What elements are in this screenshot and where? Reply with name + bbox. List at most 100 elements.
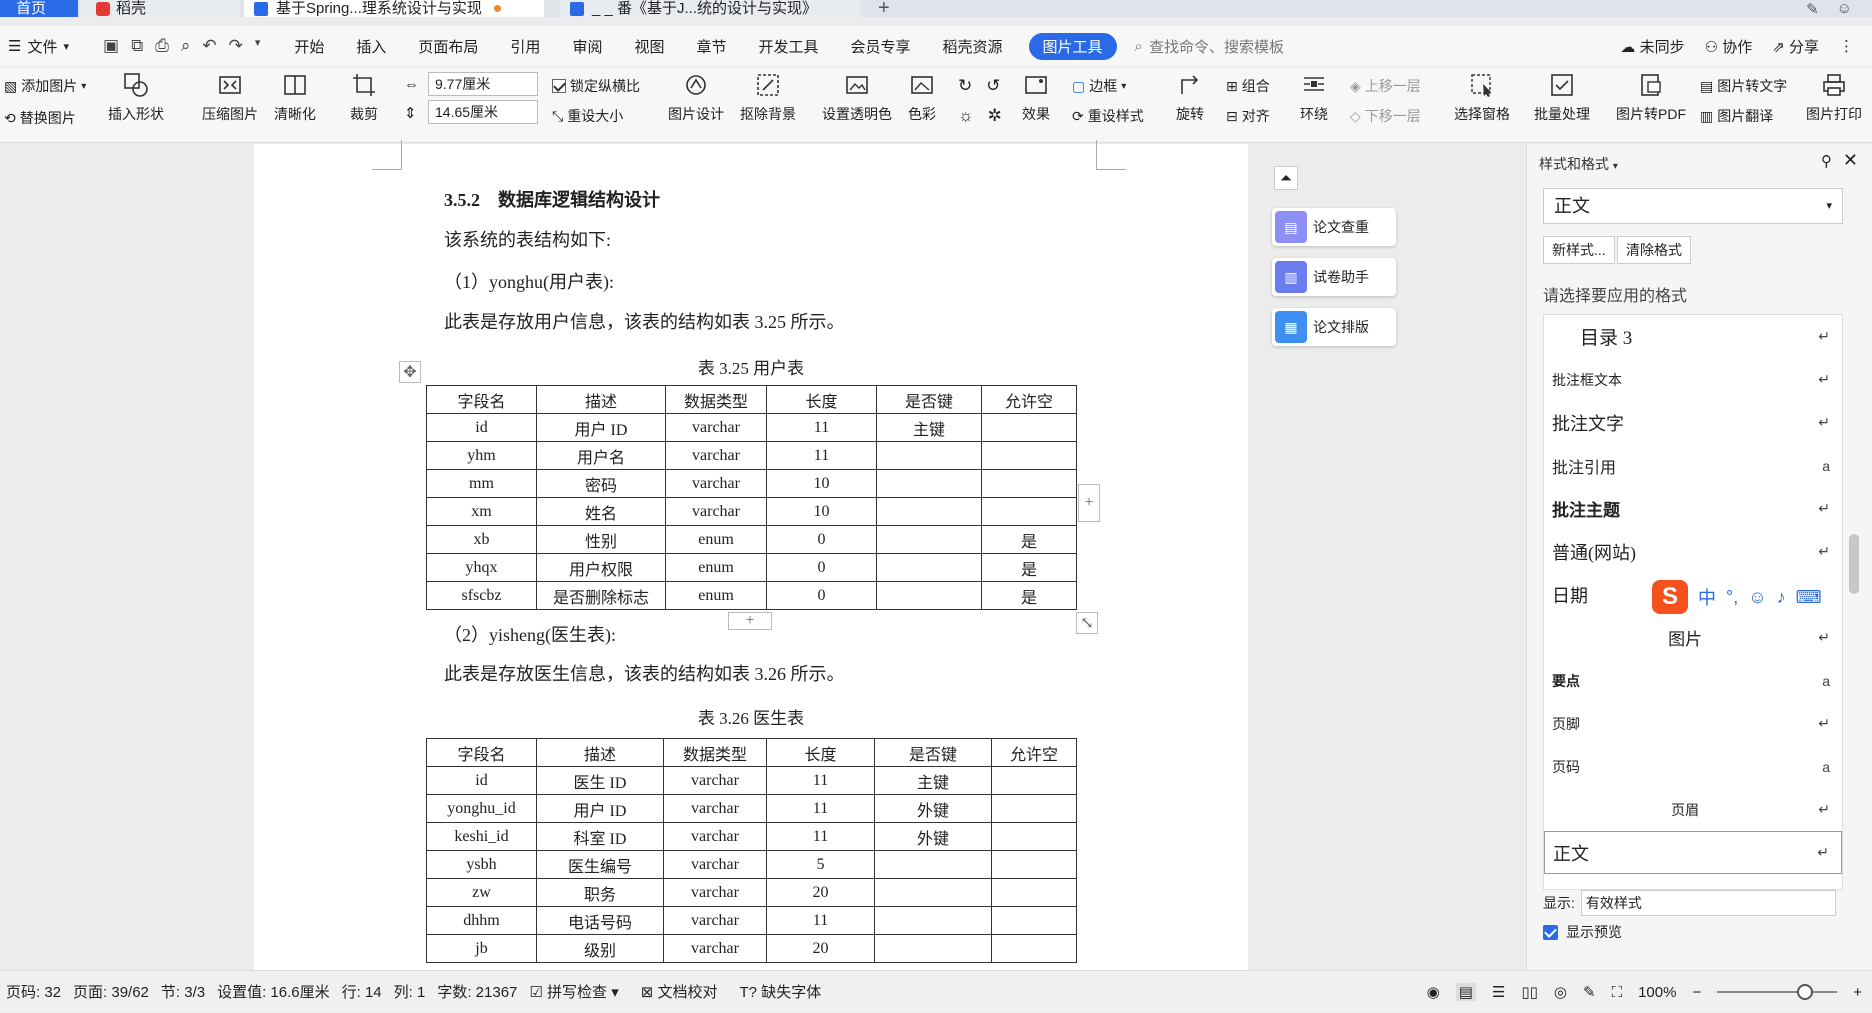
table-cell[interactable]: varchar <box>663 906 767 935</box>
table-cell[interactable]: enum <box>665 553 767 582</box>
style-item[interactable]: 批注引用 a <box>1544 444 1842 487</box>
panel-title[interactable]: 样式和格式 ▾ <box>1539 154 1618 174</box>
header-cell[interactable]: 描述 <box>536 385 666 414</box>
header-cell[interactable]: 数据类型 <box>665 385 767 414</box>
web-view-icon[interactable]: ◎ <box>1554 983 1567 1001</box>
picture-to-pdf-button[interactable]: 图片转PDF <box>1616 68 1686 124</box>
table-cell[interactable] <box>876 553 982 582</box>
table-cell[interactable]: xm <box>426 497 537 526</box>
insert-shape-button[interactable]: 插入形状 <box>108 68 164 124</box>
table-cell[interactable]: 11 <box>766 906 875 935</box>
new-style-button[interactable]: 新样式... <box>1543 236 1615 264</box>
table-cell[interactable] <box>991 794 1077 823</box>
header-cell[interactable]: 允许空 <box>981 385 1077 414</box>
table-cell[interactable] <box>981 469 1077 498</box>
table-cell[interactable]: 5 <box>766 850 875 879</box>
table-cell[interactable] <box>991 766 1077 795</box>
picture-print-button[interactable]: 图片打印 <box>1806 68 1862 124</box>
replace-picture-button[interactable]: ⟲ 替换图片 <box>4 108 76 128</box>
height-input[interactable]: 14.65厘米 <box>428 100 538 124</box>
style-item[interactable]: 页眉 ↵ <box>1544 788 1842 831</box>
batch-process-button[interactable]: 批量处理 <box>1534 68 1590 124</box>
table-cell[interactable]: yonghu_id <box>426 794 537 823</box>
command-search[interactable]: ⌕ 查找命令、搜索模板 <box>1135 36 1535 57</box>
table-cell[interactable] <box>874 850 992 879</box>
table-cell[interactable] <box>991 878 1077 907</box>
menu-developer[interactable]: 开发工具 <box>742 36 834 57</box>
table-cell[interactable]: 主键 <box>874 766 992 795</box>
menu-picture-tool[interactable]: 图片工具 <box>1028 32 1117 60</box>
menu-section[interactable]: 章节 <box>680 36 742 57</box>
menu-review[interactable]: 审阅 <box>556 36 618 57</box>
table-cell[interactable] <box>876 441 982 470</box>
style-item[interactable]: 正文 ↵ <box>1544 831 1842 874</box>
effects-button[interactable]: 效果 <box>1022 68 1050 124</box>
selection-pane-button[interactable]: 选择窗格 <box>1454 68 1510 124</box>
ime-toolbar[interactable]: S 中 °, ☺ ♪ ⌨ <box>1652 580 1872 614</box>
tab-daoke[interactable]: 稻壳 <box>80 0 240 17</box>
menu-view[interactable]: 视图 <box>618 36 680 57</box>
style-item[interactable]: 目录 3 ↵ <box>1544 315 1842 358</box>
spell-check-button[interactable]: ☑ 拼写检查 ▾ <box>523 981 624 1002</box>
collapse-sidetools-button[interactable]: ⏶ <box>1274 166 1298 190</box>
table-cell[interactable]: varchar <box>663 822 767 851</box>
outline-view-icon[interactable]: ☰ <box>1492 983 1505 1001</box>
tab-document-2[interactable]: _ _ 番《基于J...统的设计与实现》 <box>560 0 860 17</box>
clear-format-button[interactable]: 清除格式 <box>1617 236 1691 264</box>
table-cell[interactable]: ysbh <box>426 850 537 879</box>
table-cell[interactable]: yhqx <box>426 553 537 582</box>
table-cell[interactable] <box>991 850 1077 879</box>
menu-file[interactable]: ☰ 文件 ▾ <box>0 36 85 57</box>
table-cell[interactable]: sfscbz <box>426 581 537 610</box>
table-cell[interactable]: jb <box>426 934 537 963</box>
table-cell[interactable]: 10 <box>766 469 877 498</box>
share-button[interactable]: ⇗ 分享 <box>1772 36 1819 57</box>
table-cell[interactable]: 密码 <box>536 469 666 498</box>
emoji-icon[interactable]: ☺ <box>1748 587 1766 608</box>
table-cell[interactable]: 用户权限 <box>536 553 666 582</box>
redo-icon[interactable]: ↷ <box>229 36 243 56</box>
picture-translate-button[interactable]: ▥ 图片翻译 <box>1700 106 1773 126</box>
table-cell[interactable] <box>991 822 1077 851</box>
status-page[interactable]: 页面: 39/62 <box>67 981 155 1002</box>
table-cell[interactable]: 0 <box>766 581 877 610</box>
table-cell[interactable]: 0 <box>766 525 877 554</box>
table-cell[interactable]: 用户 ID <box>536 413 666 442</box>
header-cell[interactable]: 长度 <box>766 385 877 414</box>
export-icon[interactable]: ⧉ <box>131 36 143 56</box>
table-cell[interactable]: 医生 ID <box>536 766 664 795</box>
group-button[interactable]: ⊞ 组合 <box>1226 76 1270 96</box>
rotate-left-icon[interactable]: ↻ <box>958 76 972 96</box>
print-preview-icon[interactable]: ⌕ <box>181 36 191 56</box>
keyboard-icon[interactable]: ⌨ <box>1796 587 1822 608</box>
missing-font-button[interactable]: T? 缺失字体 <box>734 981 828 1002</box>
table-resize-handle[interactable]: ⤡ <box>1076 612 1098 634</box>
table-cell[interactable]: xb <box>426 525 537 554</box>
chevron-down-icon[interactable]: ▾ <box>255 36 261 56</box>
table-cell[interactable] <box>876 525 982 554</box>
header-cell[interactable]: 是否键 <box>876 385 982 414</box>
set-transparent-button[interactable]: 设置透明色 <box>822 68 892 124</box>
status-word-count[interactable]: 字数: 21367 <box>431 981 523 1002</box>
edit-icon[interactable]: ✎ <box>1806 0 1819 18</box>
menu-home[interactable]: 开始 <box>278 36 340 57</box>
style-item[interactable]: 图片 ↵ <box>1544 616 1842 659</box>
style-item[interactable]: 批注框文本 ↵ <box>1544 358 1842 401</box>
table-cell[interactable]: 外键 <box>874 794 992 823</box>
table-cell[interactable]: mm <box>426 469 537 498</box>
menu-member[interactable]: 会员专享 <box>835 36 927 57</box>
table-move-handle[interactable]: ✥ <box>399 361 421 383</box>
zoom-in-icon[interactable]: + <box>1853 984 1862 1001</box>
table-cell[interactable]: 是 <box>981 525 1077 554</box>
zoom-level[interactable]: 100% <box>1638 984 1676 1001</box>
header-cell[interactable]: 字段名 <box>426 738 537 767</box>
punctuation-icon[interactable]: °, <box>1726 587 1738 608</box>
table-cell[interactable]: varchar <box>663 766 767 795</box>
table-cell[interactable]: varchar <box>663 934 767 963</box>
menu-insert[interactable]: 插入 <box>340 36 402 57</box>
table-cell[interactable] <box>876 469 982 498</box>
send-backward-button[interactable]: ◇ 下移一层 <box>1350 106 1421 126</box>
table-cell[interactable]: 20 <box>766 934 875 963</box>
table-cell[interactable]: enum <box>665 581 767 610</box>
table-cell[interactable]: 姓名 <box>536 497 666 526</box>
